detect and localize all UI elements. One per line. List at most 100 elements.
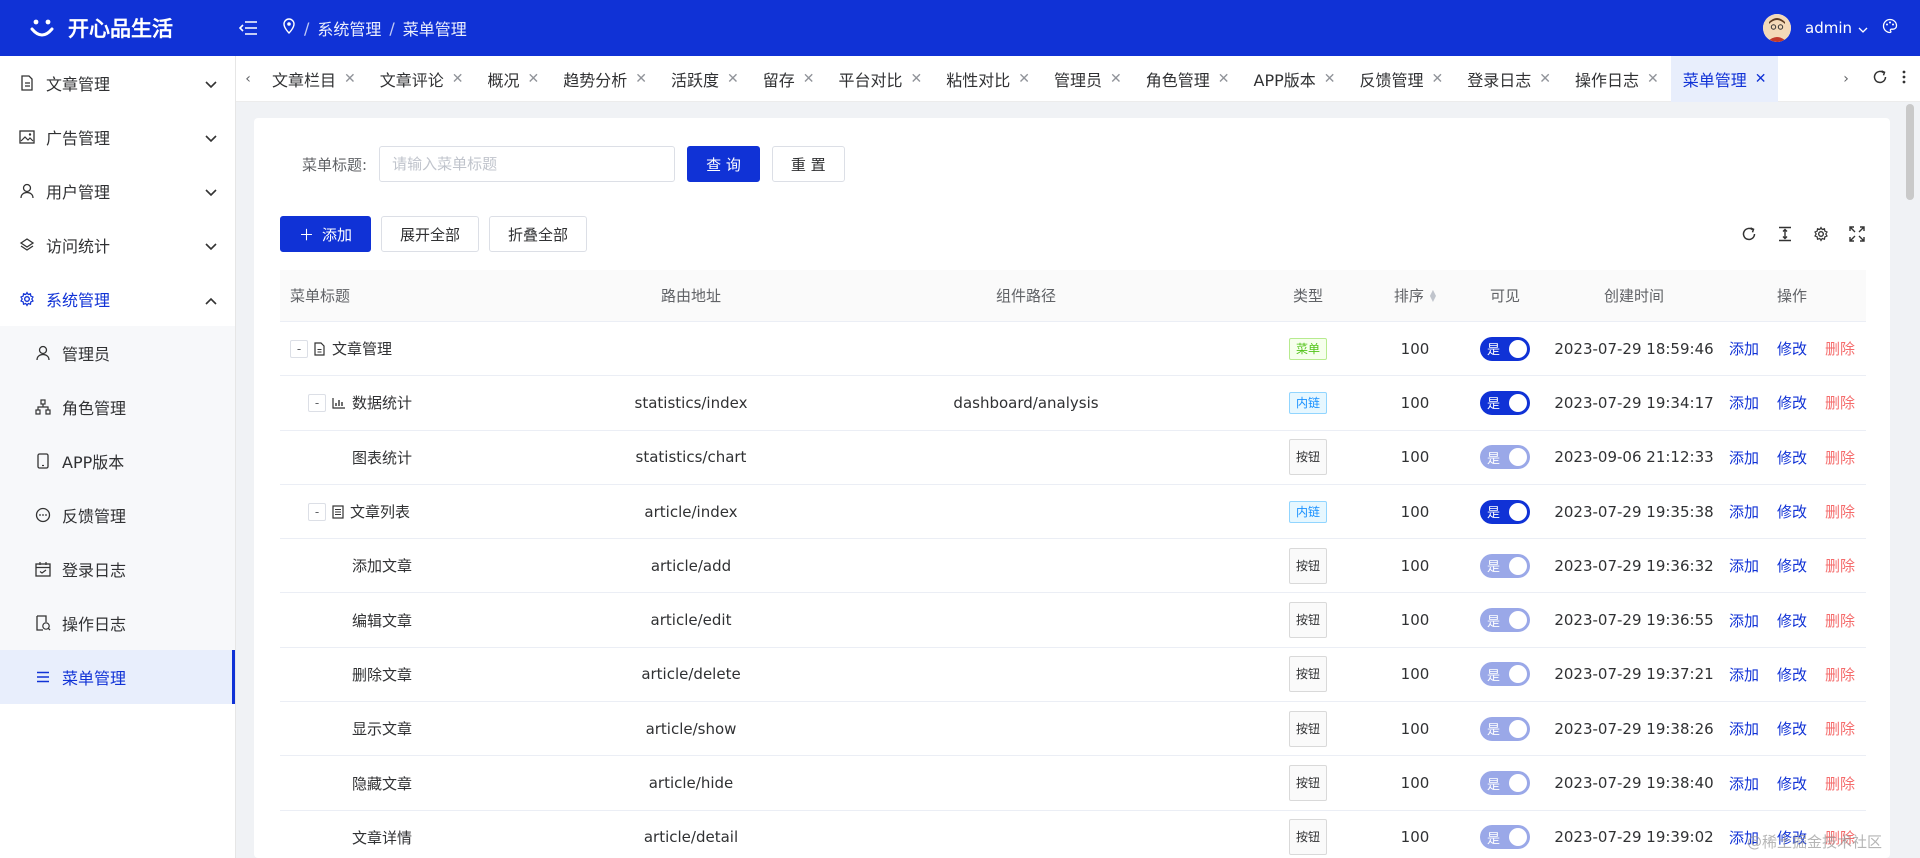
visible-switch[interactable]: 是 xyxy=(1480,825,1530,850)
visible-switch[interactable]: 是 xyxy=(1480,553,1530,578)
avatar[interactable] xyxy=(1763,14,1791,42)
visible-switch[interactable]: 是 xyxy=(1480,608,1530,633)
row-add-link[interactable]: 添加 xyxy=(1729,501,1759,522)
sidebar-item-app-version[interactable]: APP版本 xyxy=(0,434,235,488)
sidebar-item-login-log[interactable]: 登录日志 xyxy=(0,542,235,596)
tab-item[interactable]: 留存 ✕ xyxy=(751,56,827,102)
row-edit-link[interactable]: 修改 xyxy=(1777,501,1807,522)
close-icon[interactable]: ✕ xyxy=(1539,71,1551,87)
close-icon[interactable]: ✕ xyxy=(344,71,356,87)
tab-scroll-left-icon[interactable]: ‹ xyxy=(236,56,260,102)
row-edit-link[interactable]: 修改 xyxy=(1777,447,1807,468)
sidebar-item-system[interactable]: 系统管理 xyxy=(0,272,235,326)
row-delete-link[interactable]: 删除 xyxy=(1825,447,1855,468)
row-edit-link[interactable]: 修改 xyxy=(1777,664,1807,685)
menu-title-search-input[interactable] xyxy=(379,146,676,182)
row-edit-link[interactable]: 修改 xyxy=(1777,555,1807,576)
refresh-icon[interactable] xyxy=(1872,69,1888,89)
row-add-link[interactable]: 添加 xyxy=(1729,773,1759,794)
tab-item[interactable]: 角色管理 ✕ xyxy=(1134,56,1242,102)
tab-item[interactable]: 登录日志 ✕ xyxy=(1455,56,1563,102)
row-add-link[interactable]: 添加 xyxy=(1729,555,1759,576)
settings-icon[interactable] xyxy=(1812,225,1830,243)
tab-item[interactable]: 文章栏目 ✕ xyxy=(260,56,368,102)
visible-switch[interactable]: 是 xyxy=(1480,336,1530,361)
visible-switch[interactable]: 是 xyxy=(1480,771,1530,796)
visible-switch[interactable]: 是 xyxy=(1480,662,1530,687)
close-icon[interactable]: ✕ xyxy=(1110,71,1122,87)
sidebar-item-feedback[interactable]: 反馈管理 xyxy=(0,488,235,542)
row-collapse-toggle[interactable]: - xyxy=(308,502,326,521)
tab-item[interactable]: 粘性对比 ✕ xyxy=(934,56,1042,102)
row-edit-link[interactable]: 修改 xyxy=(1777,718,1807,739)
tab-item[interactable]: APP版本 ✕ xyxy=(1242,56,1348,102)
tab-item[interactable]: 活跃度 ✕ xyxy=(659,56,751,102)
row-add-link[interactable]: 添加 xyxy=(1729,718,1759,739)
collapse-all-button[interactable]: 折叠全部 xyxy=(489,216,588,252)
fullscreen-icon[interactable] xyxy=(1848,225,1866,243)
row-edit-link[interactable]: 修改 xyxy=(1777,338,1807,359)
more-vertical-icon[interactable] xyxy=(1902,69,1906,89)
collapse-menu-icon[interactable] xyxy=(236,16,260,40)
close-icon[interactable]: ✕ xyxy=(528,71,540,87)
sidebar-item-roles[interactable]: 角色管理 xyxy=(0,380,235,434)
row-delete-link[interactable]: 删除 xyxy=(1825,555,1855,576)
close-icon[interactable]: ✕ xyxy=(452,71,464,87)
row-delete-link[interactable]: 删除 xyxy=(1825,718,1855,739)
visible-switch[interactable]: 是 xyxy=(1480,716,1530,741)
row-delete-link[interactable]: 删除 xyxy=(1825,773,1855,794)
tab-item[interactable]: 菜单管理 ✕ xyxy=(1670,55,1779,102)
close-icon[interactable]: ✕ xyxy=(803,71,815,87)
visible-switch[interactable]: 是 xyxy=(1480,499,1530,524)
row-add-link[interactable]: 添加 xyxy=(1729,664,1759,685)
sidebar-item-stats[interactable]: 访问统计 xyxy=(0,218,235,272)
row-delete-link[interactable]: 删除 xyxy=(1825,610,1855,631)
theme-palette-icon[interactable] xyxy=(1882,18,1898,38)
close-icon[interactable]: ✕ xyxy=(1018,71,1030,87)
add-menu-button[interactable]: ＋ 添加 xyxy=(280,216,372,252)
row-add-link[interactable]: 添加 xyxy=(1729,447,1759,468)
expand-all-button[interactable]: 展开全部 xyxy=(381,216,480,252)
close-icon[interactable]: ✕ xyxy=(911,71,923,87)
tab-item[interactable]: 反馈管理 ✕ xyxy=(1347,56,1455,102)
row-delete-link[interactable]: 删除 xyxy=(1825,392,1855,413)
tab-item[interactable]: 文章评论 ✕ xyxy=(368,56,476,102)
user-menu[interactable]: admin xyxy=(1805,19,1868,37)
sidebar-item-articles[interactable]: 文章管理 xyxy=(0,56,235,110)
app-logo[interactable]: 开心品生活 xyxy=(0,0,236,56)
tab-item[interactable]: 管理员 ✕ xyxy=(1042,56,1134,102)
row-delete-link[interactable]: 删除 xyxy=(1825,501,1855,522)
visible-switch[interactable]: 是 xyxy=(1480,445,1530,470)
row-collapse-toggle[interactable]: - xyxy=(290,339,308,358)
reload-icon[interactable] xyxy=(1740,225,1758,243)
row-add-link[interactable]: 添加 xyxy=(1729,338,1759,359)
vertical-scrollbar[interactable] xyxy=(1906,104,1914,200)
sidebar-item-operation-log[interactable]: 操作日志 xyxy=(0,596,235,650)
close-icon[interactable]: ✕ xyxy=(727,71,739,87)
tab-item[interactable]: 操作日志 ✕ xyxy=(1563,56,1671,102)
sidebar-item-users[interactable]: 用户管理 xyxy=(0,164,235,218)
close-icon[interactable]: ✕ xyxy=(1755,71,1767,87)
close-icon[interactable]: ✕ xyxy=(1218,71,1230,87)
row-collapse-toggle[interactable]: - xyxy=(308,393,326,412)
row-edit-link[interactable]: 修改 xyxy=(1777,610,1807,631)
tab-item[interactable]: 趋势分析 ✕ xyxy=(551,56,659,102)
tab-item[interactable]: 平台对比 ✕ xyxy=(827,56,935,102)
reset-button[interactable]: 重 置 xyxy=(771,146,845,182)
breadcrumb-item[interactable]: 系统管理 xyxy=(317,16,381,40)
query-button[interactable]: 查 询 xyxy=(687,146,760,182)
row-edit-link[interactable]: 修改 xyxy=(1777,392,1807,413)
row-delete-link[interactable]: 删除 xyxy=(1825,664,1855,685)
row-add-link[interactable]: 添加 xyxy=(1729,610,1759,631)
close-icon[interactable]: ✕ xyxy=(1432,71,1444,87)
column-height-icon[interactable] xyxy=(1776,225,1794,243)
row-delete-link[interactable]: 删除 xyxy=(1825,338,1855,359)
close-icon[interactable]: ✕ xyxy=(1324,71,1336,87)
close-icon[interactable]: ✕ xyxy=(1647,71,1659,87)
header-sort[interactable]: 排序 ▲ ▼ xyxy=(1370,285,1460,306)
row-edit-link[interactable]: 修改 xyxy=(1777,773,1807,794)
close-icon[interactable]: ✕ xyxy=(635,71,647,87)
visible-switch[interactable]: 是 xyxy=(1480,390,1530,415)
tab-item[interactable]: 概况 ✕ xyxy=(476,56,552,102)
tab-scroll-right-icon[interactable]: › xyxy=(1834,56,1858,102)
